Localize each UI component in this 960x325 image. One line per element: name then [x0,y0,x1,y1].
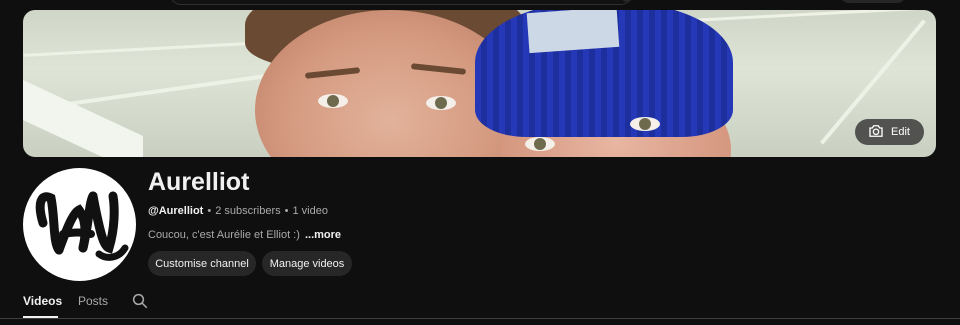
tabs-divider [0,318,960,319]
wall-panel [23,80,143,157]
channel-description[interactable]: Coucou, c'est Aurélie et Elliot :) ...mo… [148,229,341,241]
video-count: 1 video [292,205,328,217]
channel-logo [35,191,129,261]
avatar[interactable] [23,168,136,281]
banner-beanie-label [526,10,620,54]
tab-posts[interactable]: Posts [78,294,108,308]
banner-eye [426,96,456,110]
more-link[interactable]: ...more [305,229,341,241]
header-button-remnant[interactable] [840,0,906,3]
channel-banner: Edit [23,10,936,157]
edit-label: Edit [891,126,910,138]
channel-handle: @Aurelliot [148,205,204,217]
edit-banner-button[interactable]: Edit [855,119,924,145]
channel-tabs: Videos Posts [0,290,960,325]
banner-eye [525,137,555,151]
banner-eye [318,94,348,108]
banner-eye [630,117,660,131]
tab-videos[interactable]: Videos [23,294,62,308]
search-button-remnant[interactable] [621,0,633,2]
manage-videos-button[interactable]: Manage videos [262,251,352,276]
description-text: Coucou, c'est Aurélie et Elliot :) [148,229,300,241]
meta-separator: • [284,205,289,217]
search-icon[interactable] [131,292,149,310]
meta-separator: • [207,205,212,217]
channel-name: Aurelliot [148,168,250,196]
customise-channel-button[interactable]: Customise channel [148,251,256,276]
camera-icon [867,122,885,143]
subscriber-count: 2 subscribers [215,205,281,217]
channel-meta: @Aurelliot • 2 subscribers • 1 video [148,205,328,217]
search-bar-remnant[interactable] [170,0,633,5]
